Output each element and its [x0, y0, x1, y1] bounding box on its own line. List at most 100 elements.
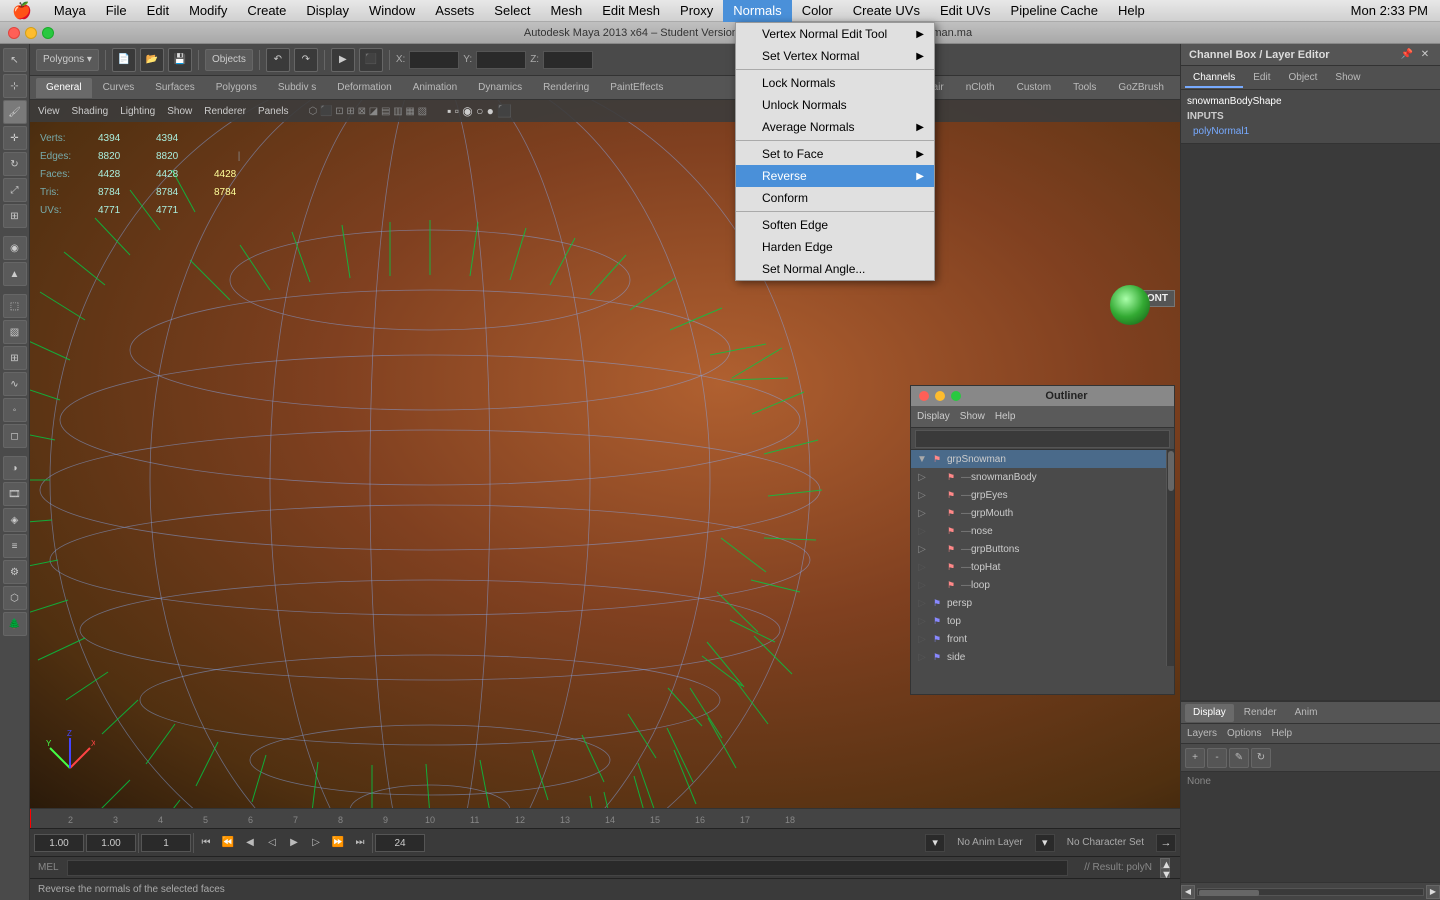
- expand-side[interactable]: ▷: [915, 652, 929, 663]
- file-open-icon[interactable]: 📂: [140, 48, 164, 72]
- right-bottom-scrollbar[interactable]: ◀ ▶: [1181, 882, 1440, 900]
- rpt-edit[interactable]: Edit: [1245, 68, 1278, 88]
- outliner-minimize-btn[interactable]: [935, 391, 945, 401]
- start-frame-input[interactable]: 1.00: [34, 834, 84, 852]
- expand-snowmanbody[interactable]: ▷: [915, 472, 929, 483]
- region-select[interactable]: ⬚: [3, 294, 27, 318]
- nm-reverse[interactable]: Reverse ▶: [736, 165, 934, 187]
- menu-display[interactable]: Display: [296, 0, 359, 22]
- layer-refresh-btn[interactable]: ↻: [1251, 748, 1271, 768]
- layer-edit-btn[interactable]: ✎: [1229, 748, 1249, 768]
- play-fwd-btn[interactable]: ▶: [284, 834, 304, 852]
- nm-soften-edge[interactable]: Soften Edge: [736, 214, 934, 236]
- end-frame-input[interactable]: 24: [375, 834, 425, 852]
- z-input[interactable]: [543, 51, 593, 69]
- tab-animation[interactable]: Animation: [403, 78, 467, 98]
- tab-deformation[interactable]: Deformation: [327, 78, 401, 98]
- outliner-scrollbar[interactable]: [1166, 450, 1174, 666]
- nm-lock-normals[interactable]: Lock Normals: [736, 72, 934, 94]
- redo-icon[interactable]: ↷: [294, 48, 318, 72]
- om-display[interactable]: Display: [917, 411, 950, 422]
- tab-ncloth[interactable]: nCloth: [956, 78, 1005, 98]
- x-input[interactable]: [409, 51, 459, 69]
- rbt-render[interactable]: Render: [1236, 704, 1285, 722]
- menu-file[interactable]: File: [96, 0, 137, 22]
- paint-tool[interactable]: 🖌: [3, 100, 27, 124]
- tree-item-persp[interactable]: ▷ ⚑ persp: [911, 594, 1166, 612]
- tree-item-nose[interactable]: ▷ ⚑ — nose: [911, 522, 1166, 540]
- prev-key-btn[interactable]: ◀: [240, 834, 260, 852]
- nm-average-normals[interactable]: Average Normals ▶: [736, 116, 934, 138]
- vp-menu-view[interactable]: View: [38, 106, 60, 117]
- snap-curve[interactable]: ∿: [3, 372, 27, 396]
- menu-editmesh[interactable]: Edit Mesh: [592, 0, 670, 22]
- outliner-search-input[interactable]: [915, 430, 1170, 448]
- expand-grpbuttons[interactable]: ▷: [915, 544, 929, 555]
- expand-loop[interactable]: ▷: [915, 580, 929, 591]
- maximize-button[interactable]: [42, 27, 54, 39]
- node-editor[interactable]: ⬡: [3, 586, 27, 610]
- outliner-btn[interactable]: 🌲: [3, 612, 27, 636]
- snap-grid[interactable]: ⊞: [3, 346, 27, 370]
- right-panel-close-btn[interactable]: ✕: [1418, 48, 1432, 62]
- tab-dynamics[interactable]: Dynamics: [468, 78, 532, 98]
- vp-menu-show[interactable]: Show: [167, 106, 192, 117]
- history-icon[interactable]: ↶: [266, 48, 290, 72]
- rbtm-help[interactable]: Help: [1271, 728, 1292, 739]
- tree-item-grpbuttons[interactable]: ▷ ⚑ — grpButtons: [911, 540, 1166, 558]
- outliner-maximize-btn[interactable]: [951, 391, 961, 401]
- menu-maya[interactable]: Maya: [44, 0, 96, 22]
- expand-grpmouth[interactable]: ▷: [915, 508, 929, 519]
- menu-help[interactable]: Help: [1108, 0, 1155, 22]
- scale-tool[interactable]: ⤢: [3, 178, 27, 202]
- rbt-display[interactable]: Display: [1185, 704, 1234, 722]
- rpt-object[interactable]: Object: [1281, 68, 1326, 88]
- tree-item-grpeyes[interactable]: ▷ ⚑ — grpEyes: [911, 486, 1166, 504]
- tab-curves[interactable]: Curves: [93, 78, 145, 98]
- layer-new-btn[interactable]: +: [1185, 748, 1205, 768]
- outliner-scroll-thumb[interactable]: [1168, 451, 1174, 491]
- tab-polygons[interactable]: Polygons: [206, 78, 267, 98]
- outliner-close-btn[interactable]: [919, 391, 929, 401]
- menu-window[interactable]: Window: [359, 0, 425, 22]
- expand-grpeyes[interactable]: ▷: [915, 490, 929, 501]
- tree-item-loop[interactable]: ▷ ⚑ — loop: [911, 576, 1166, 594]
- close-button[interactable]: [8, 27, 20, 39]
- snap-point[interactable]: ◦: [3, 398, 27, 422]
- tool-settings[interactable]: ⚙: [3, 560, 27, 584]
- lasso-tool[interactable]: ⊹: [3, 74, 27, 98]
- apple-menu[interactable]: 🍎: [0, 1, 44, 21]
- attribute-editor[interactable]: ≡: [3, 534, 27, 558]
- tab-surfaces[interactable]: Surfaces: [145, 78, 204, 98]
- nm-unlock-normals[interactable]: Unlock Normals: [736, 94, 934, 116]
- nm-set-normal-angle[interactable]: Set Normal Angle...: [736, 258, 934, 280]
- scroll-left-btn[interactable]: ◀: [1181, 885, 1195, 899]
- tab-gozbrush[interactable]: GoZBrush: [1108, 78, 1174, 98]
- show-manip-tool[interactable]: ▲: [3, 262, 27, 286]
- vp-menu-lighting[interactable]: Lighting: [120, 106, 155, 117]
- right-panel-pin-btn[interactable]: 📌: [1400, 48, 1414, 62]
- tree-item-grpsnowman[interactable]: ▼ ⚑ grpSnowman: [911, 450, 1166, 468]
- expand-grpsnowman[interactable]: ▼: [915, 454, 929, 465]
- render-view[interactable]: 🎞: [3, 482, 27, 506]
- rpt-show[interactable]: Show: [1327, 68, 1368, 88]
- hypershade[interactable]: ◈: [3, 508, 27, 532]
- expand-nose[interactable]: ▷: [915, 526, 929, 537]
- nm-set-vertex-normal[interactable]: Set Vertex Normal ▶: [736, 45, 934, 67]
- isolate-select[interactable]: ◑: [3, 456, 27, 480]
- tree-item-tophat[interactable]: ▷ ⚑ — topHat: [911, 558, 1166, 576]
- expand-front[interactable]: ▷: [915, 634, 929, 645]
- rpt-channels[interactable]: Channels: [1185, 68, 1243, 88]
- tree-item-front[interactable]: ▷ ⚑ front: [911, 630, 1166, 648]
- mel-input[interactable]: [67, 860, 1069, 876]
- rbtm-options[interactable]: Options: [1227, 728, 1261, 739]
- nm-harden-edge[interactable]: Harden Edge: [736, 236, 934, 258]
- timeline[interactable]: 2 3 4 5 6 7 8 9 10 11 12 13 14 15 16 17: [30, 808, 1180, 828]
- nm-set-to-face[interactable]: Set to Face ▶: [736, 143, 934, 165]
- char-set-arrow-btn[interactable]: →: [1156, 834, 1176, 852]
- rbt-anim[interactable]: Anim: [1287, 704, 1326, 722]
- go-start-btn[interactable]: ⏮: [196, 834, 216, 852]
- menu-select[interactable]: Select: [484, 0, 540, 22]
- scroll-thumb[interactable]: [1199, 890, 1259, 896]
- menu-edit[interactable]: Edit: [137, 0, 179, 22]
